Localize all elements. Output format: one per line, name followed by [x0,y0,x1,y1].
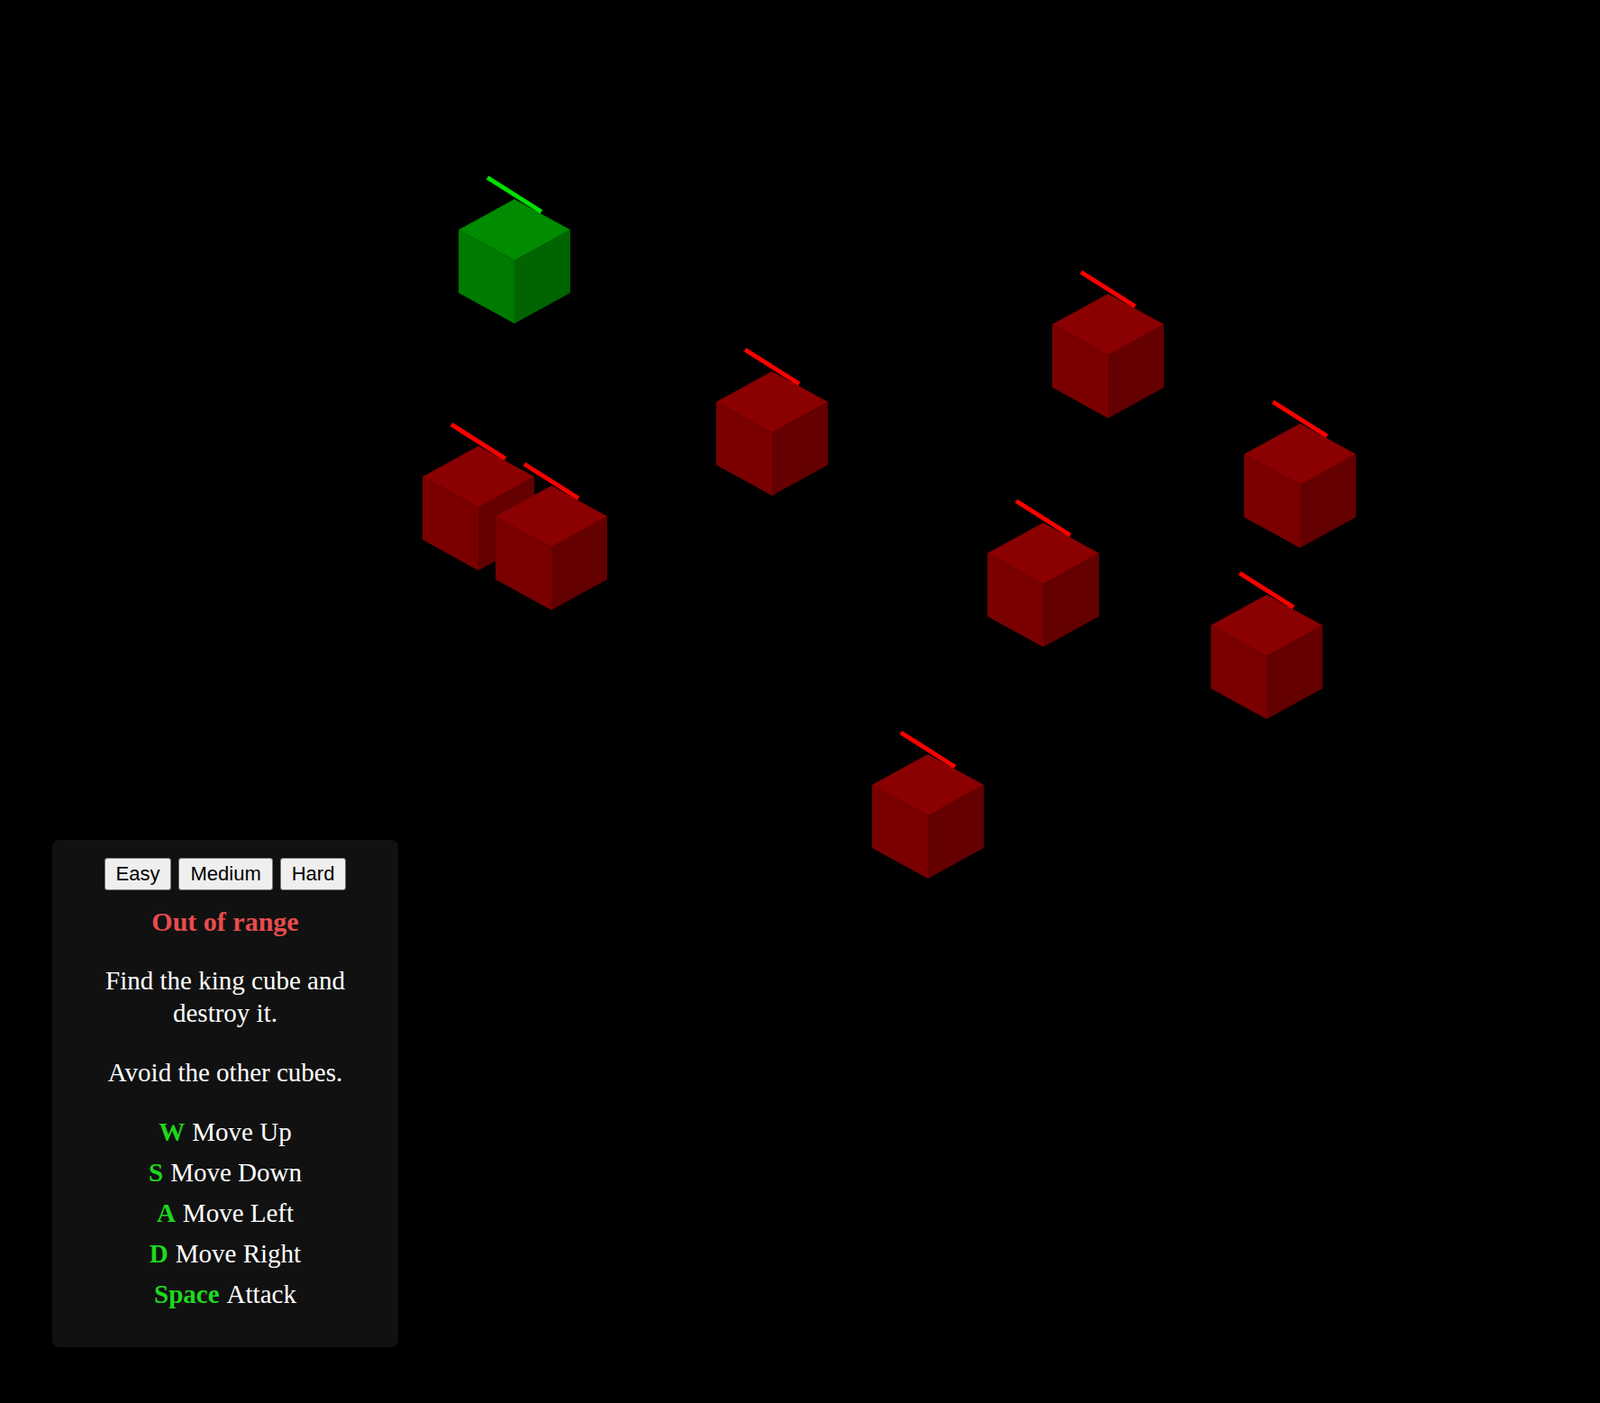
control-row: SpaceAttack [154,1273,297,1315]
control-key: W [158,1117,185,1146]
difficulty-button[interactable]: Hard [280,857,347,891]
enemy-cube [1210,572,1323,719]
weapon-icon [900,732,955,767]
weapon-icon [1272,401,1328,437]
difficulty-button[interactable]: Medium [178,857,273,891]
player-cube [458,177,571,324]
control-key: Space [154,1279,220,1309]
enemy-cube [1052,272,1164,419]
weapon-icon [1081,272,1136,307]
weapon-icon [745,349,800,384]
control-row: SMove Down [148,1152,302,1193]
control-action: Move Up [191,1117,291,1146]
enemy-cube [872,732,984,879]
control-action: Move Down [170,1157,302,1187]
controls-list: WMove UpSMove DownAMove LeftDMove RightS… [148,1111,302,1315]
weapon-icon [487,177,542,212]
weapon-icon [451,424,506,459]
weapon-icon [1016,500,1071,536]
difficulty-buttons: EasyMediumHard [104,857,347,891]
control-action: Attack [227,1279,297,1309]
control-row: DMove Right [149,1233,301,1274]
weapon-icon [1239,572,1294,608]
instruction-text: Find the king cube and destroy it. [79,963,372,1029]
enemy-cube [716,349,828,496]
difficulty-button[interactable]: Easy [104,857,173,891]
instruction-text: Avoid the other cubes. [108,1055,343,1089]
info-panel: EasyMediumHard Out of range Find the king … [52,839,399,1347]
control-key: A [156,1198,176,1228]
enemy-cube [495,463,608,610]
control-action: Move Left [182,1198,294,1228]
control-key: D [149,1238,169,1268]
enemy-cube [1244,401,1356,548]
control-row: AMove Left [156,1192,294,1234]
enemy-cube [987,500,1100,647]
control-row: WMove Up [158,1111,291,1153]
weapon-icon [524,463,579,499]
control-key: S [148,1157,164,1187]
control-action: Move Right [175,1238,301,1268]
status-text: Out of range [151,906,299,937]
